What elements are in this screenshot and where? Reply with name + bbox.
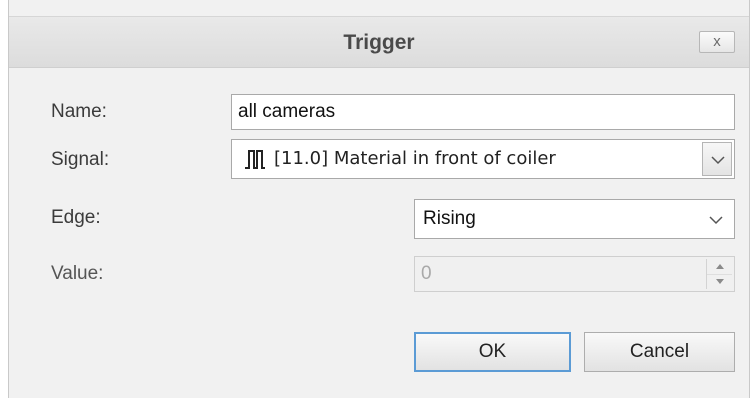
ok-button[interactable]: OK xyxy=(414,332,571,372)
signal-select[interactable]: [11.0] Material in front of coiler xyxy=(231,139,735,179)
caret-up-icon xyxy=(715,264,724,269)
cancel-button[interactable]: Cancel xyxy=(584,332,735,372)
signal-select-value: [11.0] Material in front of coiler xyxy=(274,148,556,169)
digital-signal-icon xyxy=(245,150,265,169)
chevron-down-icon xyxy=(711,156,725,165)
stepper-up-button[interactable] xyxy=(707,259,732,275)
edge-select-value: Rising xyxy=(423,208,476,229)
value-stepper[interactable] xyxy=(706,259,732,289)
chevron-down-icon xyxy=(709,216,723,225)
value-spinbox[interactable]: 0 xyxy=(414,256,735,292)
name-label: Name: xyxy=(51,101,107,122)
title-bar[interactable]: Trigger x xyxy=(9,16,749,68)
value-spinbox-value: 0 xyxy=(421,263,432,284)
signal-dropdown-button[interactable] xyxy=(702,142,732,176)
name-input-value: all cameras xyxy=(238,101,336,122)
value-label: Value: xyxy=(51,263,104,284)
name-input[interactable]: all cameras xyxy=(231,94,735,130)
caret-down-icon xyxy=(715,279,724,284)
edge-label: Edge: xyxy=(51,207,101,228)
dialog-title: Trigger xyxy=(343,31,415,54)
close-icon: x xyxy=(713,33,721,50)
edge-select[interactable]: Rising xyxy=(414,199,735,239)
close-button[interactable]: x xyxy=(699,31,735,53)
trigger-dialog: Trigger x Name: all cameras Signal: [11.… xyxy=(8,0,750,398)
stepper-down-button[interactable] xyxy=(707,274,732,289)
signal-label: Signal: xyxy=(51,149,110,170)
